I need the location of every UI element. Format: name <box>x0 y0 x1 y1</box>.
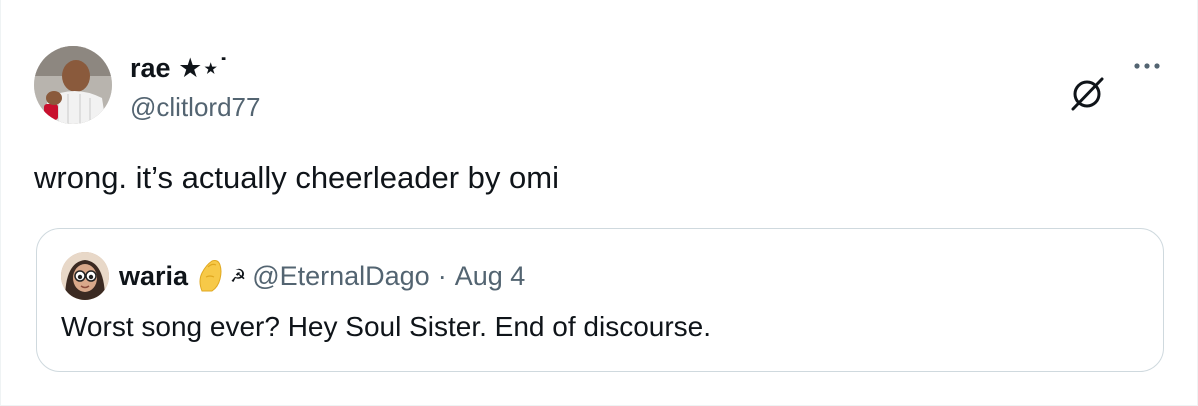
quoted-header: waria ☭ @EternalDago · Aug 4 <box>119 258 525 294</box>
quoted-date[interactable]: Aug 4 <box>455 261 526 292</box>
quoted-author-handle[interactable]: @EternalDago <box>252 261 430 292</box>
pinched-fingers-emoji <box>196 259 226 293</box>
tweet-card: rae ★⋆˙ @clitlord77 wrong. it’s actually… <box>0 0 1198 406</box>
quoted-author-name[interactable]: waria <box>119 261 188 292</box>
quoted-tweet[interactable]: waria ☭ @EternalDago · Aug 4 Worst song … <box>36 228 1164 372</box>
author-name-row[interactable]: rae ★⋆˙ <box>130 52 228 84</box>
author-name[interactable]: rae <box>130 53 171 83</box>
author-handle[interactable]: @clitlord77 <box>130 91 260 123</box>
hammer-sickle-symbol: ☭ <box>230 265 247 286</box>
author-avatar[interactable] <box>34 46 112 124</box>
quoted-text: Worst song ever? Hey Soul Sister. End of… <box>61 311 712 342</box>
separator-dot: · <box>437 260 447 291</box>
more-icon[interactable] <box>1129 56 1165 76</box>
name-decoration: ★⋆˙ <box>178 53 229 83</box>
grok-icon[interactable] <box>1069 74 1107 112</box>
quoted-author-avatar[interactable] <box>61 252 109 300</box>
tweet-text: wrong. it’s actually cheerleader by omi <box>34 160 559 195</box>
